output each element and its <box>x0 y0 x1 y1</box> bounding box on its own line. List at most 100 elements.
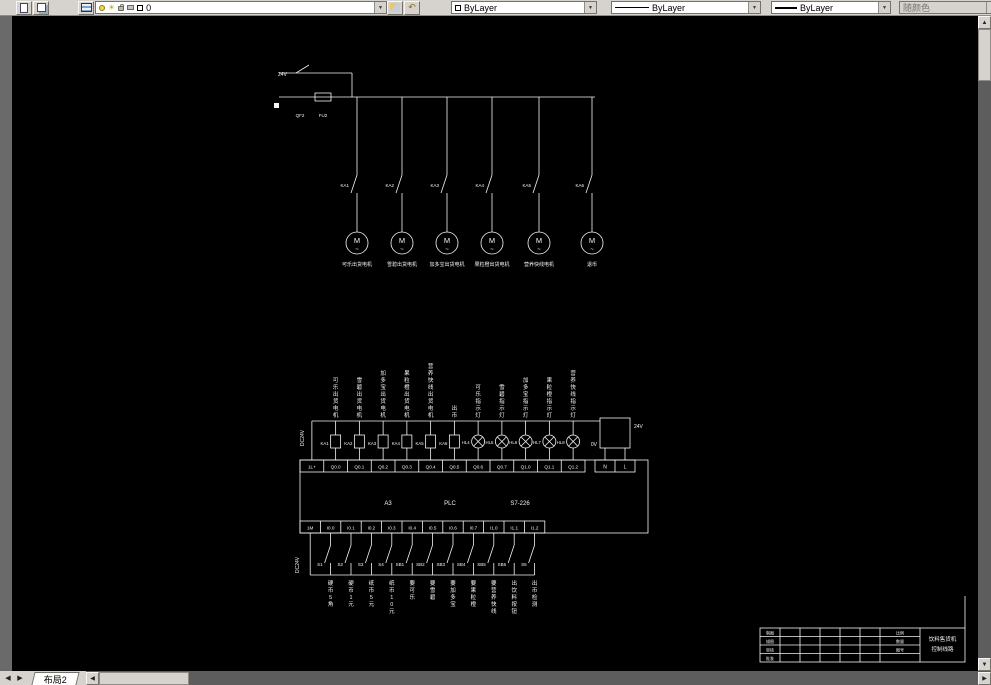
input-terminal-label: I0.7 <box>470 526 478 531</box>
motor-name: 营养快线电机 <box>524 261 554 268</box>
scroll-left-button[interactable]: ◀ <box>86 671 100 685</box>
plc-model-label: S7-226 <box>510 501 530 507</box>
dropdown-arrow-icon[interactable]: ▼ <box>748 2 760 13</box>
output-terminal-label: Q0.6 <box>473 465 483 470</box>
switch-contact <box>405 544 413 564</box>
current-plot-style-name: 随颜色 <box>903 3 931 13</box>
output-terminal-label: Q0.3 <box>402 465 412 470</box>
breaker-label: QF2 <box>296 113 305 118</box>
linetype-control-dropdown[interactable]: ByLayer ▼ <box>611 1 761 14</box>
output-terminal-label: Q0.0 <box>331 465 341 470</box>
relay-coil-label: KA6 <box>439 441 448 446</box>
horizontal-scrollbar[interactable]: ◀ ▶ <box>86 671 991 685</box>
input-name-vertical: 出饮料按钮 <box>511 579 517 615</box>
switch-label: S4 <box>378 562 384 567</box>
plot-style-control-dropdown: 随颜色 ▼ <box>899 1 991 14</box>
vertical-scroll-thumb[interactable] <box>978 29 991 81</box>
title-block-cell: 批准 <box>766 655 774 661</box>
title-block-cell: 比例 <box>896 630 904 636</box>
layout-tab[interactable]: 布局2 <box>31 671 80 685</box>
sheet-icon <box>20 2 28 13</box>
color-control-dropdown[interactable]: ByLayer ▼ <box>451 1 597 14</box>
switch-contact <box>528 544 535 564</box>
switch-label: S2 <box>337 562 343 567</box>
plc-label: PLC <box>444 501 456 507</box>
tab-scroll-right-icon[interactable]: ▶ <box>15 674 25 682</box>
plc-body <box>299 459 649 534</box>
tool-button-2[interactable] <box>33 0 49 15</box>
title-block-cell: 审核 <box>766 647 774 653</box>
input-terminal-label: I1.0 <box>490 526 498 531</box>
motor-letter: M <box>399 236 405 245</box>
terminal-n-label: N <box>603 465 607 471</box>
input-name-vertical: 要加多宝 <box>450 580 456 608</box>
input-name-vertical: 要可乐 <box>409 580 415 601</box>
relay-coil-label: KA2 <box>344 441 353 446</box>
input-terminal-label: I0.3 <box>388 526 396 531</box>
load-name-vertical: 加多宝出货电机 <box>380 369 386 419</box>
motor-tilde: ~ <box>355 247 359 253</box>
lamp-label: HL4 <box>462 440 470 445</box>
dc24v-label-top: DC24V <box>300 429 306 446</box>
load-name-vertical: 加多宝指示灯 <box>523 376 529 419</box>
motor-name: 可乐出货电机 <box>342 261 372 268</box>
layer-lock-icon <box>118 4 125 11</box>
relay-coil <box>401 434 413 449</box>
dropdown-arrow-icon[interactable]: ▼ <box>374 2 386 13</box>
switch-contact <box>446 544 454 564</box>
drawing-canvas[interactable]: 24V QF2 FU2 KA1 M ~ 可乐出货电机 KA2 M ~ 雪碧出货电机 KA3 M ~ 加多宝出… <box>12 16 978 671</box>
tool-button-1[interactable] <box>16 0 32 15</box>
contactor-label: KA3 <box>430 183 439 188</box>
motor-letter: M <box>354 236 360 245</box>
tab-scroll-left-icon[interactable]: ◀ <box>3 674 13 682</box>
input-terminal-label: I1.1 <box>510 526 518 531</box>
relay-coil-label: KA1 <box>321 441 330 446</box>
contactor-label: KA2 <box>385 183 394 188</box>
scroll-right-button[interactable]: ▶ <box>978 671 991 685</box>
load-name-vertical: 雪碧指示灯 <box>499 384 505 419</box>
drawing-title: 饮料售货机 <box>929 635 957 643</box>
layer-plot-icon <box>127 5 135 10</box>
input-name-vertical: 硬币 1 元 <box>348 580 354 608</box>
lineweight-sample-icon <box>775 6 797 9</box>
motor-tilde: ~ <box>590 247 594 253</box>
relay-coil-label: KA3 <box>368 441 377 446</box>
switch-contact <box>324 544 331 564</box>
layer-previous-button[interactable]: ↶ <box>404 0 420 15</box>
switch-label: SB4 <box>457 562 466 567</box>
scroll-up-button[interactable]: ▲ <box>978 16 991 29</box>
layout-tab-label: 布局2 <box>43 674 67 684</box>
horizontal-scroll-thumb[interactable] <box>99 671 190 685</box>
load-name-vertical: 营养快线指示灯 <box>570 369 576 419</box>
switch-label: SB5 <box>477 562 486 567</box>
layer-on-bulb-icon <box>99 4 105 11</box>
lineweight-control-dropdown[interactable]: ByLayer ▼ <box>771 1 891 14</box>
contactor-label: KA5 <box>522 183 531 188</box>
contactor-label: KA6 <box>575 183 584 188</box>
make-object-layer-current-button[interactable] <box>387 0 403 15</box>
motor-name: 加多宝出货电机 <box>429 261 464 268</box>
scroll-down-button[interactable]: ▼ <box>978 658 991 671</box>
load-name-vertical: 营养快线出货电机 <box>428 362 434 419</box>
dropdown-arrow-icon[interactable]: ▼ <box>584 2 596 13</box>
output-terminal-label: Q0.7 <box>497 465 507 470</box>
title-block-cell: 数量 <box>896 638 904 644</box>
contactor-contact <box>350 174 358 194</box>
layer-color-swatch <box>137 4 144 11</box>
layer-control-dropdown[interactable]: ☀ 0 ▼ <box>95 1 387 14</box>
vertical-scrollbar[interactable]: ▲ ▼ <box>978 16 991 671</box>
contactor-contact <box>532 174 540 194</box>
motor-letter: M <box>444 236 450 245</box>
undo-arrow-icon: ↶ <box>408 2 416 12</box>
contactor-contact <box>585 174 593 194</box>
switch-label: SB3 <box>436 562 445 567</box>
power-supply-box <box>599 417 631 449</box>
current-layer-name: 0 <box>146 2 152 13</box>
contactor-contact <box>485 174 493 194</box>
fuse-label: FU2 <box>319 113 328 118</box>
breaker-contact <box>295 64 310 74</box>
layer-properties-manager-button[interactable] <box>78 0 94 15</box>
dropdown-arrow-icon[interactable]: ▼ <box>878 2 890 13</box>
output-terminal-label: Q1.0 <box>521 465 531 470</box>
toolbar: ☀ 0 ▼ ↶ ByLayer ▼ ByLayer ▼ ByLayer ▼ 随颜… <box>0 0 991 16</box>
